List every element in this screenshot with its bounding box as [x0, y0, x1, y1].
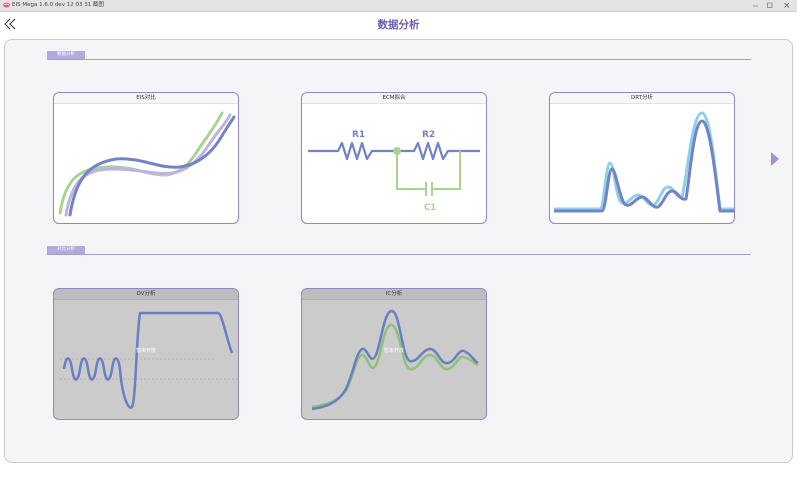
card-eis-compare[interactable]: EIS对比: [53, 92, 239, 224]
window-titlebar: EIS Mega 1.6.0 dev 12 03 31 截图: [0, 0, 797, 12]
not-available-overlay: 暂未开放: [135, 348, 156, 354]
section-label-data-analysis: 数据分析: [47, 51, 85, 59]
section-divider: [47, 254, 751, 255]
drt-illustration: [554, 111, 734, 213]
card-ic-analysis[interactable]: IC分析 暂未开放: [301, 288, 487, 420]
close-icon: [784, 2, 790, 8]
card-drt-analysis[interactable]: DRT分析: [549, 92, 735, 224]
window-title: EIS Mega 1.6.0 dev 12 03 31 截图: [12, 2, 104, 8]
maximize-button[interactable]: [763, 0, 777, 11]
minimize-icon: [753, 5, 758, 7]
triangle-right-icon: [771, 152, 779, 166]
resistor-r1-label: R1: [352, 130, 365, 140]
section-divider: [47, 59, 751, 60]
close-button[interactable]: [780, 0, 794, 11]
page-title: 数据分析: [377, 19, 420, 31]
card-ecm-fit[interactable]: ECM拟合 R1 R2 C1: [301, 92, 487, 224]
resistor-r2-label: R2: [422, 130, 435, 140]
app-icon: [3, 2, 10, 8]
card-dv-analysis[interactable]: DV分析 暂未开放: [53, 288, 239, 420]
dv-illustration: [60, 311, 238, 409]
eis-compare-illustration: [58, 111, 236, 217]
section-label-compare-analysis: 对比分析: [47, 246, 85, 254]
ecm-circuit-illustration: R1 R2 C1: [308, 130, 480, 213]
maximize-icon: [767, 2, 773, 8]
capacitor-c1-label: C1: [424, 203, 436, 213]
ic-illustration: [311, 309, 479, 411]
not-available-overlay: 暂未开放: [383, 348, 404, 354]
next-page-button[interactable]: [770, 151, 780, 167]
minimize-button[interactable]: [749, 0, 763, 11]
